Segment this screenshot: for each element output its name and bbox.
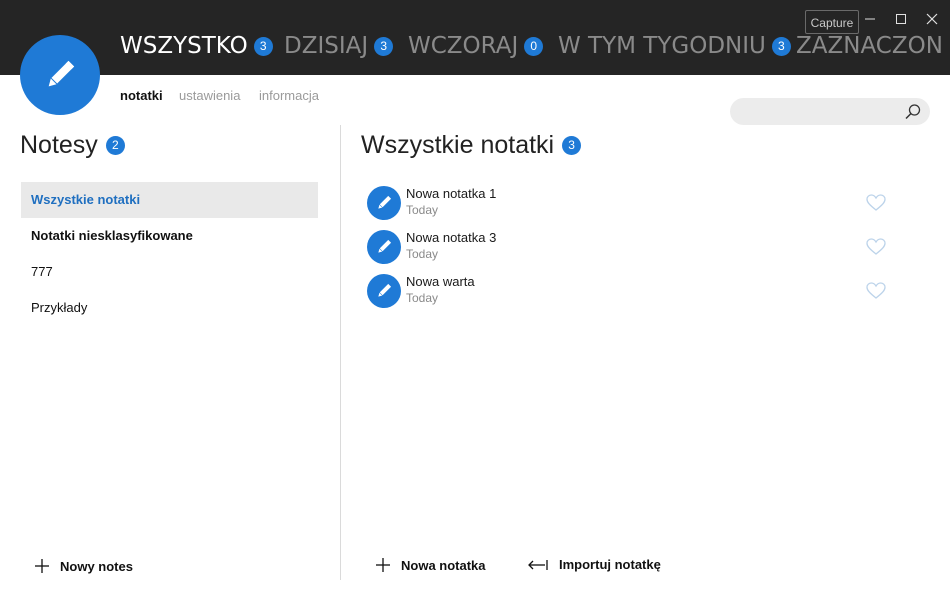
import-arrow-icon (528, 559, 548, 570)
category-tab-today[interactable]: DZISIAJ 3 (284, 33, 394, 59)
category-tab-this-week[interactable]: W TYM TYGODNIU 3 (558, 33, 791, 59)
category-label: WCZORAJ (408, 33, 519, 59)
note-date: Today (406, 291, 439, 305)
note-item[interactable]: Nowa notatka 3 Today (367, 229, 897, 265)
category-label: W TYM TYGODNIU (558, 33, 766, 59)
panel-divider (340, 125, 341, 580)
new-notebook-button[interactable]: Nowy notes (34, 558, 133, 574)
heart-icon[interactable] (866, 194, 886, 217)
plus-icon (35, 559, 49, 573)
notebooks-header: Notesy 2 (20, 131, 125, 160)
new-notebook-label: Nowy notes (60, 558, 133, 574)
count-badge: 3 (253, 36, 273, 56)
heart-icon[interactable] (866, 238, 886, 261)
category-tab-all[interactable]: WSZYSTKO 3 (120, 33, 273, 59)
notebook-item-777[interactable]: 777 (21, 254, 318, 290)
count-badge: 0 (524, 36, 544, 56)
subnav-notes[interactable]: notatki (120, 88, 163, 103)
notes-header: Wszystkie notatki 3 (361, 131, 582, 160)
pencil-icon (367, 230, 401, 264)
notebook-item-unclassified[interactable]: Notatki niesklasyfikowane (21, 218, 318, 254)
notebook-item-all[interactable]: Wszystkie notatki (21, 182, 318, 218)
subnav-info[interactable]: informacja (259, 88, 319, 103)
note-title: Nowa notatka 3 (406, 230, 497, 245)
note-title: Nowa warta (406, 274, 475, 289)
capture-button[interactable]: Capture (805, 10, 859, 34)
pencil-icon (48, 60, 75, 87)
note-date: Today (406, 203, 439, 217)
note-item[interactable]: Nowa notatka 1 Today (367, 185, 897, 221)
notes-title: Wszystkie notatki (361, 131, 555, 159)
minimize-icon[interactable] (860, 10, 880, 28)
category-tab-marked[interactable]: ZAZNACZON (796, 33, 950, 59)
count-badge: 3 (374, 36, 394, 56)
search-input[interactable] (730, 98, 930, 125)
category-label: ZAZNACZON (796, 33, 943, 59)
category-tab-yesterday[interactable]: WCZORAJ 0 (408, 33, 544, 59)
new-note-label: Nowa notatka (401, 557, 486, 573)
note-date: Today (406, 247, 439, 261)
import-note-label: Importuj notatkę (559, 557, 661, 572)
app-logo (20, 35, 100, 115)
heart-icon[interactable] (866, 282, 886, 305)
close-icon[interactable] (922, 10, 942, 28)
notebooks-title: Notesy (20, 131, 98, 159)
pencil-icon (367, 186, 401, 220)
import-note-button[interactable]: Importuj notatkę (527, 557, 661, 572)
subnav-settings[interactable]: ustawienia (179, 88, 240, 103)
note-item[interactable]: Nowa warta Today (367, 273, 897, 309)
notebook-item-examples[interactable]: Przykłady (21, 290, 318, 326)
pencil-icon (367, 274, 401, 308)
plus-icon (376, 558, 390, 572)
new-note-button[interactable]: Nowa notatka (375, 557, 486, 573)
category-label: DZISIAJ (284, 33, 369, 59)
maximize-icon[interactable] (891, 10, 911, 28)
note-title: Nowa notatka 1 (406, 186, 497, 201)
count-badge: 3 (562, 136, 582, 155)
top-bar: WSZYSTKO 3 DZISIAJ 3 WCZORAJ 0 W TYM TYG… (0, 0, 950, 75)
count-badge: 3 (771, 36, 791, 56)
category-label: WSZYSTKO (120, 33, 248, 59)
search-icon[interactable] (904, 103, 922, 126)
count-badge: 2 (105, 136, 125, 155)
